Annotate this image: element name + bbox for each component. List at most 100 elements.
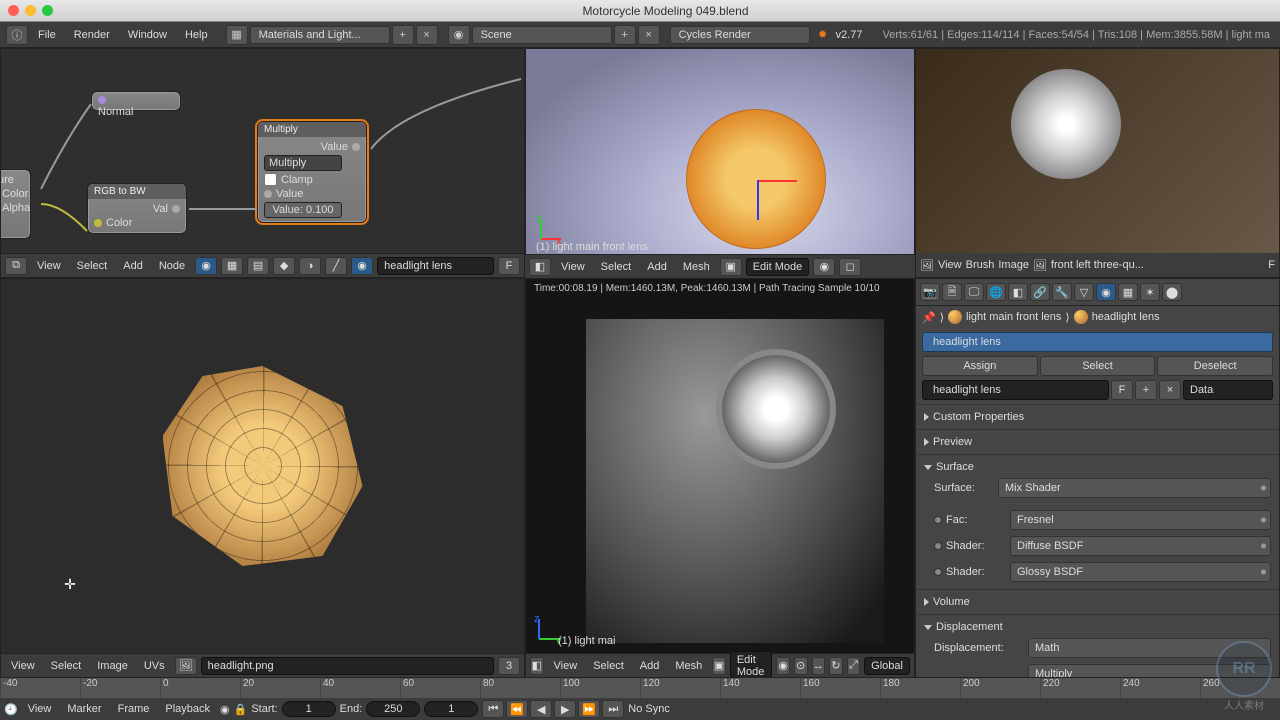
tab-texture-icon[interactable]: ▦	[1118, 283, 1138, 301]
tab-particles-icon[interactable]: ✶	[1140, 283, 1160, 301]
crumb-material[interactable]: headlight lens	[1092, 311, 1160, 323]
gizmo-x-axis[interactable]	[757, 180, 797, 182]
deselect-button[interactable]: Deselect	[1157, 356, 1273, 376]
node-menu-add[interactable]: Add	[117, 258, 149, 274]
tl-jump-end-icon[interactable]: ⏭	[602, 700, 624, 718]
node-mat-sphere-icon[interactable]: ◉	[351, 257, 373, 275]
vp2-menu-mesh[interactable]: Mesh	[669, 658, 708, 674]
shader1-socket-icon[interactable]	[934, 542, 942, 550]
tab-material-icon[interactable]: ◉	[1096, 283, 1116, 301]
tl-current-field[interactable]: 1	[424, 701, 478, 717]
vp2-menu-add[interactable]: Add	[634, 658, 666, 674]
3d-viewport-top[interactable]: User Persp xz (1) light main front lens	[525, 48, 915, 278]
tl-lock-icon[interactable]: 🔒	[234, 703, 248, 716]
menu-file[interactable]: File	[30, 26, 64, 44]
render-preview[interactable]: Time:00:08.19 | Mem:1460.13M, Peak:1460.…	[526, 279, 914, 653]
material-slot-active[interactable]: headlight lens	[922, 332, 1273, 352]
node-editor[interactable]: ure Color Alpha Normal RGB to BW Val Col…	[0, 48, 525, 278]
section-custom-props[interactable]: Custom Properties	[924, 409, 1271, 425]
vp1-mode-dropdown[interactable]: Edit Mode	[746, 258, 810, 276]
uv-image-users[interactable]: 3	[498, 657, 520, 675]
vp2-manip-rot-icon[interactable]: ↻	[829, 657, 843, 675]
shader2-value[interactable]: Glossy BSDF	[1010, 562, 1271, 582]
node-tree-tex-icon[interactable]: ▤	[247, 257, 269, 275]
node-multiply-value-field[interactable]: Value: 0.100	[264, 202, 342, 218]
select-button[interactable]: Select	[1040, 356, 1156, 376]
timeline[interactable]: -40 -20 0 20 40 60 80 100 120 140 160 18…	[0, 678, 1280, 720]
tab-object-icon[interactable]: ◧	[1008, 283, 1028, 301]
surface-value[interactable]: Mix Shader	[998, 478, 1271, 498]
shader1-value[interactable]: Diffuse BSDF	[1010, 536, 1271, 556]
layout-del-icon[interactable]: ×	[416, 25, 438, 45]
image-reference[interactable]: 🖼 View Brush Image 🖼 front left three-qu…	[915, 48, 1280, 278]
tl-play-rev-icon[interactable]: ◀	[530, 700, 552, 718]
node-rgb2bw-title[interactable]: RGB to BW	[88, 184, 186, 199]
shader2-socket-icon[interactable]	[934, 568, 942, 576]
headlight-lens-object[interactable]	[686, 109, 826, 249]
uv-image-name[interactable]: headlight.png	[201, 657, 494, 675]
node-multiply-mode[interactable]: Multiply	[264, 155, 342, 171]
uv-menu-select[interactable]: Select	[45, 658, 88, 674]
tl-autokey-icon[interactable]: ◉	[220, 703, 230, 716]
material-link-dropdown[interactable]: Data	[1183, 380, 1273, 400]
tl-menu-view[interactable]: View	[22, 701, 58, 717]
vp1-editor-type-icon[interactable]: ◧	[529, 258, 551, 276]
vp1-shading-icon[interactable]: ◉	[813, 258, 835, 276]
node-multiply-value-in[interactable]: Value	[276, 188, 303, 200]
vp1-menu-add[interactable]: Add	[641, 259, 673, 275]
scene-del-icon[interactable]: ×	[638, 25, 660, 45]
node-multiply-clamp-checkbox[interactable]	[264, 173, 277, 186]
imgref-menu-image[interactable]: Image	[998, 259, 1029, 271]
node-rgb2bw-val[interactable]: Val	[153, 203, 168, 215]
uv-menu-view[interactable]: View	[5, 658, 41, 674]
vp2-menu-view[interactable]: View	[548, 658, 584, 674]
tl-start-field[interactable]: 1	[282, 701, 336, 717]
node-menu-view[interactable]: View	[31, 258, 67, 274]
vp2-pivot-icon[interactable]: ⊙	[794, 657, 808, 675]
tab-renderlayers-icon[interactable]: 🗎	[942, 283, 962, 301]
vp1-menu-view[interactable]: View	[555, 259, 591, 275]
material-new-icon[interactable]: +	[1135, 380, 1157, 400]
crumb-object[interactable]: light main front lens	[966, 311, 1061, 323]
material-fake-user[interactable]: F	[1111, 380, 1133, 400]
vp2-manip-scale-icon[interactable]: ⤢	[847, 657, 861, 675]
imgref-image-icon[interactable]: 🖼	[1033, 259, 1047, 272]
assign-button[interactable]: Assign	[922, 356, 1038, 376]
menu-window[interactable]: Window	[120, 26, 175, 44]
imgref-menu-brush[interactable]: Brush	[966, 259, 995, 271]
uv-unwrap[interactable]	[163, 366, 363, 566]
tab-scene-icon[interactable]: 🖵	[964, 283, 984, 301]
scene-icon[interactable]: ◉	[448, 25, 470, 45]
vp2-mode-dropdown[interactable]: Edit Mode	[730, 651, 773, 679]
tab-render-icon[interactable]: 📷	[920, 283, 940, 301]
node-normal-label[interactable]: Normal	[98, 106, 174, 118]
node-multiply-value-out[interactable]: Value	[321, 141, 348, 153]
zoom-window-icon[interactable]	[42, 5, 53, 16]
uv-menu-image[interactable]: Image	[91, 658, 134, 674]
render-engine-dropdown[interactable]: Cycles Render	[670, 26, 810, 44]
tl-prev-key-icon[interactable]: ⏪	[506, 700, 528, 718]
vp1-menu-select[interactable]: Select	[595, 259, 638, 275]
timeline-editor-type-icon[interactable]: 🕘	[4, 703, 18, 716]
section-displacement[interactable]: Displacement	[924, 619, 1271, 635]
node-editor-type-icon[interactable]: ⧉	[5, 257, 27, 275]
tab-constraints-icon[interactable]: 🔗	[1030, 283, 1050, 301]
gizmo-z-axis[interactable]	[757, 180, 759, 220]
pin-icon[interactable]: 📌	[922, 311, 936, 324]
node-tree-comp-icon[interactable]: ▦	[221, 257, 243, 275]
node-menu-node[interactable]: Node	[153, 258, 191, 274]
editor-type-icon[interactable]: ⓘ	[6, 25, 28, 45]
properties-panel[interactable]: 📷 🗎 🖵 🌐 ◧ 🔗 🔧 ▽ ◉ ▦ ✶ ⬤ 📌 ⟩ light main f…	[915, 278, 1280, 678]
tl-menu-frame[interactable]: Frame	[112, 701, 156, 717]
material-unlink-icon[interactable]: ×	[1159, 380, 1181, 400]
layout-add-icon[interactable]: +	[392, 25, 414, 45]
2d-cursor-icon[interactable]: ✛	[61, 575, 79, 593]
vp2-shading-icon[interactable]: ◉	[776, 657, 790, 675]
vp2-mode-icon[interactable]: ▣	[712, 657, 726, 675]
image-editor-type-icon[interactable]: 🖼	[920, 259, 934, 272]
fac-socket-icon[interactable]	[934, 516, 942, 524]
node-mat-fake-icon[interactable]: F	[498, 257, 520, 275]
node-shader-obj-icon[interactable]: ◆	[273, 257, 295, 275]
uv-menu-uvs[interactable]: UVs	[138, 658, 171, 674]
disp-extra-value[interactable]: Multiply	[1028, 664, 1271, 678]
